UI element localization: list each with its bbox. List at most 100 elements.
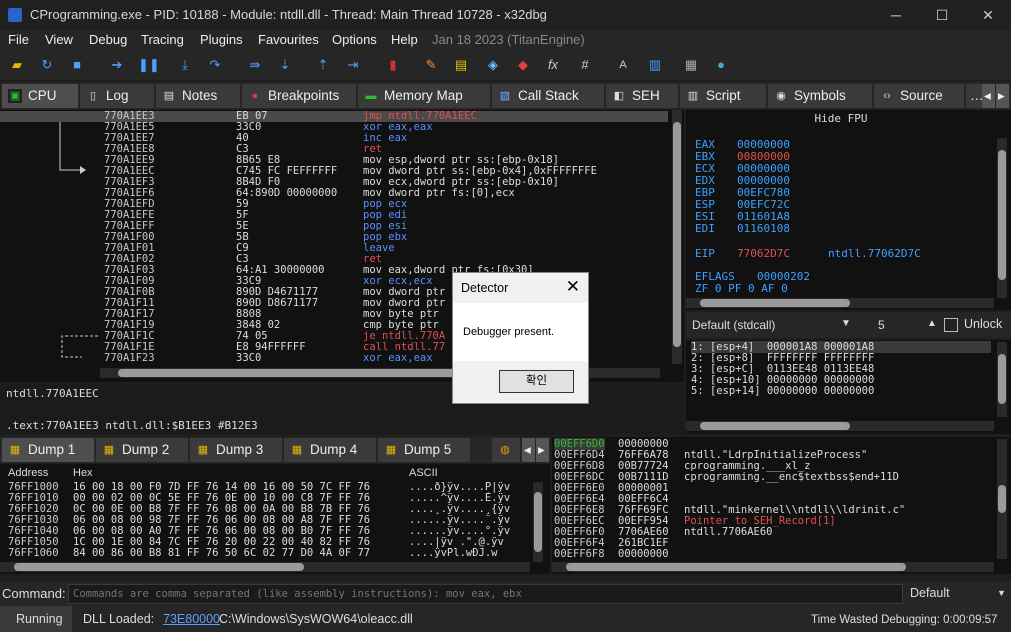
registers-vscroll[interactable] [997, 138, 1007, 298]
minimize-button[interactable]: ─ [873, 0, 919, 30]
tab-dump-3[interactable]: ▦ Dump 3 [190, 438, 282, 462]
tab-label: … [970, 88, 982, 103]
disasm-row[interactable]: 770A1EF6 64:890D 00000000 mov dword ptr fs… [0, 188, 668, 199]
tab-script[interactable]: ▥ Script [680, 84, 766, 108]
command-mode-dropdown-icon[interactable]: ▼ [997, 588, 1006, 598]
dump-panel[interactable]: Address Hex ASCII 76FF1000 16 00 18 00 F0… [0, 464, 550, 574]
font-icon[interactable]: A [614, 56, 632, 74]
tabs-scroll-left[interactable]: ◂ [982, 84, 995, 108]
disasm-row[interactable]: 770A1EE8 C3 ret [0, 144, 668, 155]
hide-fpu-button[interactable]: Hide FPU [686, 112, 996, 130]
label-icon[interactable]: ◈ [484, 56, 502, 74]
disasm-row[interactable]: 770A1EE5 33C0 xor eax,eax [0, 122, 668, 133]
step-over-icon[interactable]: ↷ [206, 56, 224, 74]
disasm-row[interactable]: 770A1EFE 5F pop edi [0, 210, 668, 221]
registers-hscroll[interactable] [686, 298, 994, 308]
tab-log[interactable]: ▯ Log [80, 84, 154, 108]
open-icon[interactable]: ▰ [8, 56, 26, 74]
maximize-button[interactable]: ☐ [919, 0, 965, 30]
dump-icon: ▦ [385, 444, 397, 456]
callconv-select[interactable]: Default (stdcall) [692, 318, 775, 332]
trace-over-icon[interactable]: ⇣ [276, 56, 294, 74]
trace-into-icon[interactable]: ⇛ [246, 56, 264, 74]
menu-options[interactable]: Options [332, 32, 377, 47]
execute-till-return-icon[interactable]: ⇡ [314, 56, 332, 74]
arguments-hscroll[interactable] [686, 421, 994, 431]
bookmark-icon[interactable]: ◆ [514, 56, 532, 74]
close-button[interactable]: ✕ [965, 0, 1011, 30]
disasm-row[interactable]: 770A1F02 C3 ret [0, 254, 668, 265]
tab-seh[interactable]: ◧ SEH [606, 84, 678, 108]
tab-memory-map[interactable]: ▬ Memory Map [358, 84, 490, 108]
restart-icon[interactable]: ↻ [38, 56, 56, 74]
stack-panel[interactable]: 00EFF6D0 00000000 00EFF6D4 76FF6A78 ntdll."L… [552, 437, 1011, 574]
disasm-row[interactable]: 770A1EEC C745 FC FEFFFFFF mov dword ptr ss… [0, 166, 668, 177]
dialog-ok-button[interactable]: 확인 [499, 370, 574, 393]
spinner-up-icon[interactable]: ▲ [927, 318, 937, 329]
function-icon[interactable]: fx [544, 56, 562, 74]
disasm-row[interactable]: 770A1EE7 40 inc eax [0, 133, 668, 144]
calculator-icon[interactable]: ▦ [682, 56, 700, 74]
disasm-row[interactable]: 770A1EFD 59 pop ecx [0, 199, 668, 210]
tab-label: CPU [28, 88, 57, 103]
tabs-scroll-right[interactable]: ▸ [996, 84, 1009, 108]
stack-vscroll[interactable] [997, 439, 1007, 559]
comment-icon[interactable]: ▤ [452, 56, 470, 74]
disasm-row[interactable]: 770A1F00 5B pop ebx [0, 232, 668, 243]
dump-hex[interactable]: 84 00 86 00 B8 81 FF 76 50 6C 02 77 D0 4… [73, 547, 403, 559]
unlock-label: Unlock [964, 317, 1003, 331]
pause-icon[interactable]: ❚❚ [138, 56, 160, 74]
dll-address-link[interactable]: 73E80000 [163, 612, 220, 626]
command-mode-select[interactable]: Default [910, 586, 950, 600]
callconv-dropdown-icon[interactable]: ▼ [841, 318, 851, 329]
tab-dump-4[interactable]: ▦ Dump 4 [284, 438, 376, 462]
reg-value[interactable]: 01160108 [737, 222, 790, 235]
dump-vscroll[interactable] [533, 482, 543, 562]
help-icon[interactable]: ● [712, 56, 730, 74]
argument-row[interactable]: 5: [esp+14] 00000000 00000000 [691, 385, 874, 397]
patch-icon[interactable]: ✎ [422, 56, 440, 74]
disasm-row[interactable]: 770A1F01 C9 leave [0, 243, 668, 254]
dump-hscroll[interactable] [0, 562, 530, 572]
tab-breakpoints[interactable]: ● Breakpoints [242, 84, 356, 108]
menu-file[interactable]: File [8, 32, 29, 47]
tab-symbols[interactable]: ◉ Symbols [768, 84, 872, 108]
stack-hscroll[interactable] [552, 562, 994, 572]
tab-dump-2[interactable]: ▦ Dump 2 [96, 438, 188, 462]
disasm-row[interactable]: 770A1EE3 EB 07 jmp ntdll.770A1EEC [0, 111, 668, 122]
stack-value[interactable]: 00000000 [618, 548, 669, 560]
menu-debug[interactable]: Debug [89, 32, 127, 47]
run-to-user-code-icon[interactable]: ⇥ [344, 56, 362, 74]
menu-plugins[interactable]: Plugins [200, 32, 243, 47]
arguments-vscroll[interactable] [997, 342, 1007, 417]
menu-tracing[interactable]: Tracing [141, 32, 184, 47]
tab-dump-5[interactable]: ▦ Dump 5 [378, 438, 470, 462]
tab-call-stack[interactable]: ▧ Call Stack [492, 84, 604, 108]
dump-ascii[interactable]: ....ÿvPl.wÐJ.w [409, 547, 527, 559]
reg-eip-value[interactable]: 77062D7C [737, 247, 790, 260]
tab-watch[interactable]: ◍ [492, 438, 520, 462]
disasm-row[interactable]: 770A1EFF 5E pop esi [0, 221, 668, 232]
hash-icon[interactable]: # [576, 56, 594, 74]
scylla-icon[interactable]: ▮ [384, 56, 402, 74]
tab-cpu[interactable]: ▣ CPU [2, 84, 78, 108]
tab-dump-1[interactable]: ▦ Dump 1 [2, 438, 94, 462]
dump-tabs-scroll-left[interactable]: ◂ [522, 438, 535, 462]
run-icon[interactable]: ➔ [108, 56, 126, 74]
command-input[interactable] [68, 584, 903, 604]
menu-help[interactable]: Help [391, 32, 418, 47]
disassembly-vscroll[interactable] [672, 110, 682, 364]
dialog-close-icon[interactable]: ✕ [566, 277, 580, 297]
arg-count-spinner[interactable]: 5 [878, 318, 885, 332]
menu-favourites[interactable]: Favourites [258, 32, 319, 47]
tab-notes[interactable]: ▤ Notes [156, 84, 240, 108]
tab-more[interactable]: … [966, 84, 982, 108]
step-into-icon[interactable]: ⤓ [176, 56, 194, 74]
unlock-checkbox[interactable] [944, 318, 958, 332]
menu-view[interactable]: View [45, 32, 73, 47]
dump-tabs-scroll-right[interactable]: ▸ [536, 438, 549, 462]
tab-source[interactable]: ‹› Source [874, 84, 964, 108]
script-icon[interactable]: ▥ [646, 56, 664, 74]
stop-icon[interactable]: ■ [68, 56, 86, 74]
arguments-panel[interactable]: 1: [esp+4] 000001A8 000001A8 2: [esp+8] F… [686, 340, 1011, 434]
